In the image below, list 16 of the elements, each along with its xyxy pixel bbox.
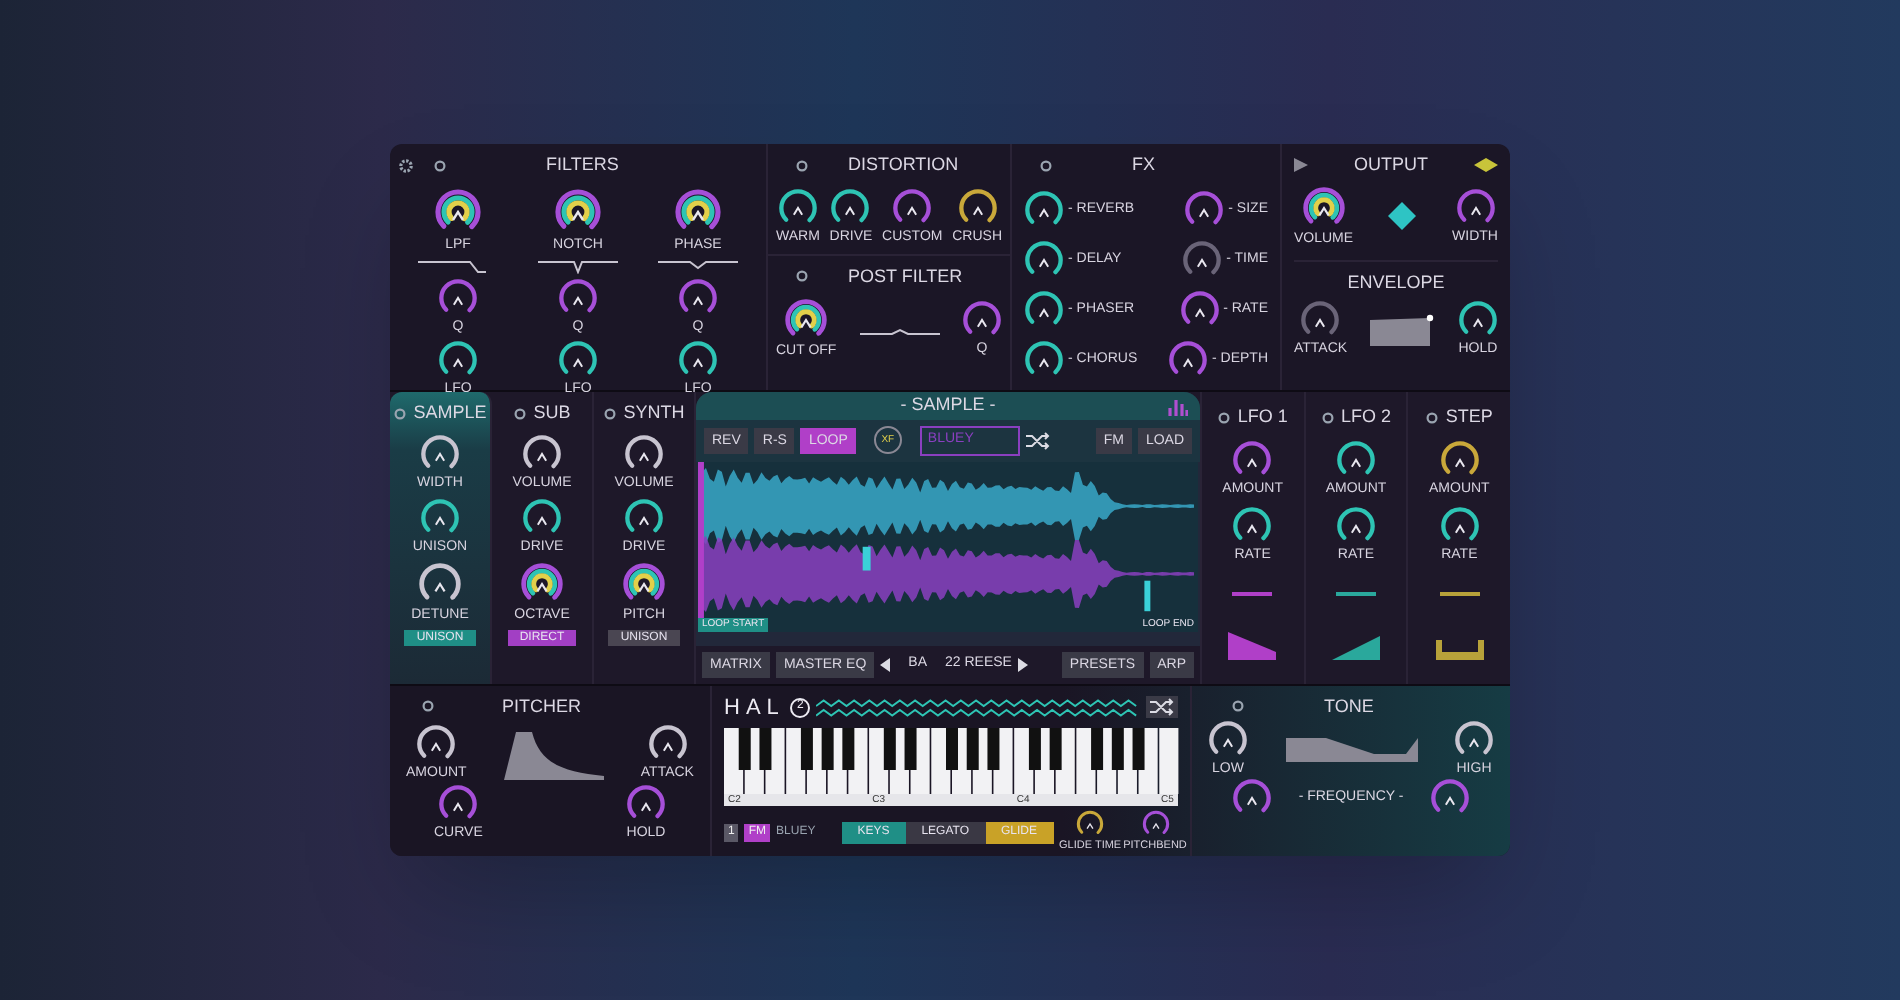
section-title: LFO 2 [1341, 404, 1392, 430]
section-title: SYNTH [623, 400, 685, 426]
section-title: ENVELOPE [1347, 269, 1445, 295]
section-title: TONE [1324, 693, 1374, 719]
section-title: STEP [1445, 404, 1493, 430]
section-title: SAMPLE [413, 400, 487, 426]
section-title: SUB [533, 400, 571, 426]
logo: HAL [724, 693, 785, 723]
section-title: PITCHER [502, 693, 582, 719]
section-title: DISTORTION [848, 152, 959, 178]
section-title: FX [1132, 152, 1156, 178]
section-title: FILTERS [546, 152, 619, 178]
section-title: - SAMPLE - [900, 392, 996, 419]
section-title: OUTPUT [1354, 152, 1428, 178]
section-title: LFO 1 [1237, 404, 1288, 430]
section-title: POST FILTER [848, 263, 963, 289]
